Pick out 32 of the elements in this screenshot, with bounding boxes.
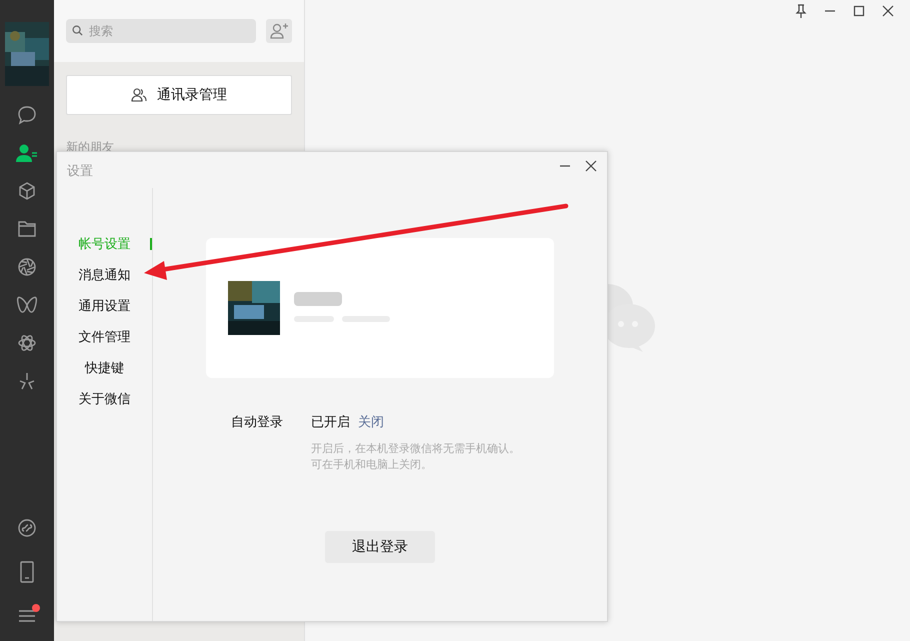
settings-menu-item[interactable]: 快捷键 bbox=[57, 359, 152, 379]
hint-text: 可在手机和电脑上关闭。 bbox=[311, 457, 432, 473]
aperture-icon[interactable] bbox=[17, 257, 37, 277]
sparkle-icon[interactable] bbox=[17, 371, 37, 391]
cube-icon[interactable] bbox=[17, 181, 37, 201]
contacts-icon bbox=[131, 88, 147, 102]
contacts-icon[interactable] bbox=[16, 143, 38, 163]
status-text: 已开启 bbox=[311, 414, 350, 431]
pin-icon[interactable] bbox=[795, 4, 807, 18]
mini-program-icon[interactable] bbox=[17, 518, 37, 538]
settings-menu-item[interactable]: 关于微信 bbox=[57, 390, 152, 410]
close-icon[interactable] bbox=[585, 160, 597, 172]
atom-icon[interactable] bbox=[17, 333, 37, 353]
logout-button[interactable]: 退出登录 bbox=[325, 531, 435, 563]
chat-icon[interactable] bbox=[17, 105, 37, 125]
settings-menu-item[interactable]: 消息通知 bbox=[57, 266, 152, 286]
settings-menu-item[interactable]: 文件管理 bbox=[57, 328, 152, 348]
phone-icon[interactable] bbox=[19, 561, 35, 583]
search-icon bbox=[72, 25, 83, 36]
menu-icon[interactable] bbox=[18, 608, 36, 624]
settings-menu-item[interactable]: 通用设置 bbox=[57, 297, 152, 317]
butterfly-icon[interactable] bbox=[16, 295, 38, 315]
hint-text: 开启后，在本机登录微信将无需手机确认。 bbox=[311, 441, 520, 457]
folder-icon[interactable] bbox=[17, 220, 37, 238]
contacts-manage-button[interactable]: 通讯录管理 bbox=[66, 75, 292, 115]
close-icon[interactable] bbox=[882, 4, 894, 18]
dialog-title: 设置 bbox=[67, 163, 94, 180]
setting-label: 自动登录 bbox=[231, 414, 284, 431]
search-field[interactable]: 搜索 bbox=[66, 19, 256, 43]
close-link[interactable]: 关闭 bbox=[358, 413, 384, 431]
add-contact-button[interactable] bbox=[266, 19, 292, 43]
maximize-icon[interactable] bbox=[853, 4, 865, 18]
